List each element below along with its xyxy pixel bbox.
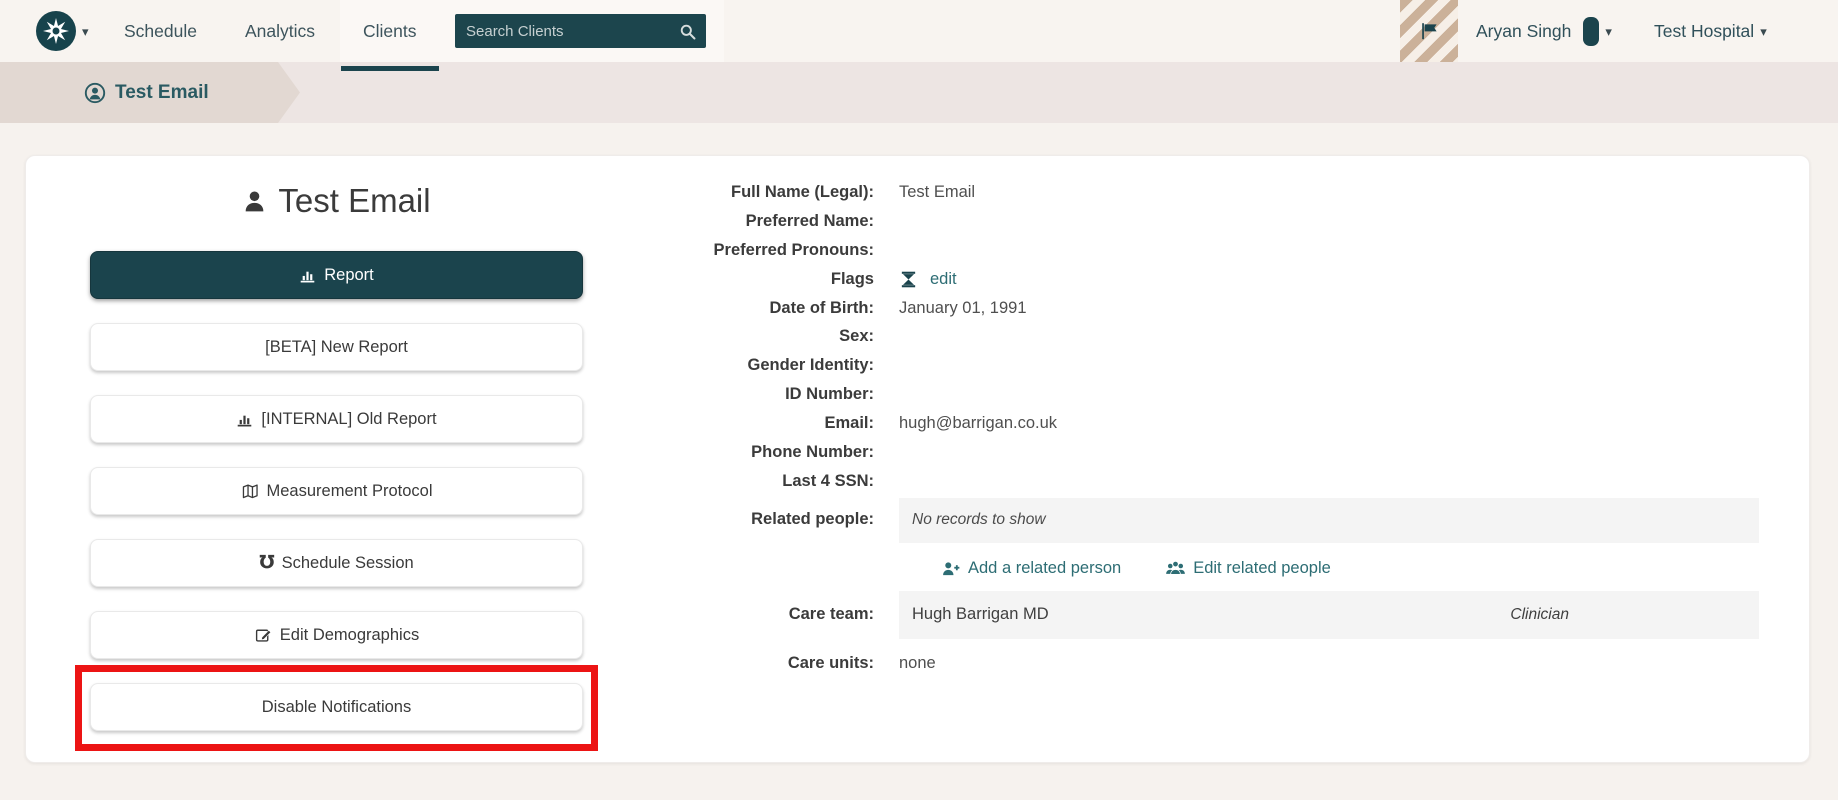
nav-schedule-label: Schedule	[124, 20, 197, 41]
nav-schedule[interactable]: Schedule	[100, 0, 221, 62]
care-team-role: Clinician	[1510, 605, 1569, 623]
edit-demographics-label: Edit Demographics	[279, 625, 420, 644]
edit-demographics-button[interactable]: Edit Demographics	[90, 611, 583, 659]
client-search	[455, 14, 706, 48]
schedule-session-label: Schedule Session	[281, 553, 414, 572]
nav-clients-label: Clients	[363, 20, 417, 41]
stethoscope-icon: ℧	[259, 552, 275, 573]
flag-badge[interactable]	[1400, 0, 1458, 62]
action-buttons: Report [BETA] New Report [INTERNAL] Old …	[90, 251, 583, 755]
field-label: Last 4 SSN:	[782, 471, 874, 490]
field-label: Full Name (Legal):	[730, 182, 874, 201]
eight-point-star-icon	[43, 18, 69, 44]
report-button[interactable]: Report	[90, 251, 583, 299]
care-team-label: Care team:	[788, 605, 874, 624]
field-label: Date of Birth:	[769, 298, 875, 317]
search-input[interactable]	[455, 22, 679, 40]
person-plus-icon	[941, 559, 961, 579]
people-icon	[1165, 558, 1186, 579]
client-details: Full Name (Legal): Test Email Preferred N…	[556, 178, 1759, 679]
app-logo-menu[interactable]: ▾	[36, 11, 89, 51]
report-button-label: Report	[324, 265, 374, 284]
pencil-square-icon	[254, 626, 272, 644]
breadcrumb[interactable]: Test Email	[0, 62, 300, 123]
bar-chart-icon	[236, 411, 253, 428]
field-label: Sex:	[839, 327, 874, 346]
beta-new-report-label: [BETA] New Report	[265, 337, 408, 356]
top-header: ▾ Schedule Analytics Clients Aryan Singh…	[0, 0, 1838, 71]
field-label: Flags	[830, 269, 874, 288]
field-value: Test Email	[899, 182, 976, 201]
measurement-protocol-label: Measurement Protocol	[266, 481, 433, 500]
nav-analytics[interactable]: Analytics	[221, 0, 339, 62]
field-label: Preferred Name:	[745, 211, 874, 230]
person-bust-icon	[242, 189, 267, 214]
related-people-label: Related people:	[751, 509, 874, 528]
field-label: Email:	[824, 414, 874, 433]
client-profile-card: Test Email Report [BETA] New Report [INT…	[25, 155, 1810, 763]
org-name: Test Hospital	[1654, 20, 1755, 41]
care-units-label: Care units:	[787, 654, 874, 673]
internal-old-report-label: [INTERNAL] Old Report	[261, 409, 437, 428]
flag-icon	[1419, 21, 1439, 41]
nav-analytics-label: Analytics	[244, 20, 316, 41]
beta-new-report-button[interactable]: [BETA] New Report	[90, 323, 583, 371]
disable-notifications-button[interactable]: Disable Notifications	[90, 683, 583, 731]
client-title-text: Test Email	[278, 182, 431, 219]
chevron-down-icon: ▾	[1760, 23, 1767, 39]
bar-chart-icon	[299, 267, 316, 284]
field-label: Phone Number:	[751, 442, 874, 461]
app-logo	[36, 11, 76, 51]
user-menu[interactable]: Aryan Singh ▾	[1476, 0, 1612, 62]
field-value: hugh@barrigan.co.uk	[899, 414, 1058, 433]
edit-related-people-link[interactable]: Edit related people	[1165, 558, 1331, 579]
field-label: ID Number:	[785, 385, 874, 404]
edit-related-people-label: Edit related people	[1193, 559, 1331, 578]
field-value: January 01, 1991	[899, 298, 1027, 317]
org-menu[interactable]: Test Hospital ▾	[1654, 0, 1767, 62]
disable-notifications-label: Disable Notifications	[261, 697, 412, 716]
related-people-empty: No records to show	[899, 497, 1759, 543]
breadcrumb-bar: Test Email	[0, 62, 1838, 123]
breadcrumb-label: Test Email	[115, 81, 209, 103]
main-nav: Schedule Analytics Clients	[100, 0, 441, 71]
flags-edit-link[interactable]: edit	[930, 270, 957, 289]
hourglass-icon	[899, 270, 918, 289]
care-team-row: Hugh Barrigan MD Clinician	[899, 590, 1759, 639]
measurement-protocol-button[interactable]: Measurement Protocol	[90, 467, 583, 515]
search-icon[interactable]	[679, 23, 696, 40]
nav-clients[interactable]: Clients	[339, 0, 441, 71]
schedule-session-button[interactable]: ℧ Schedule Session	[90, 539, 583, 587]
add-related-person-label: Add a related person	[968, 559, 1122, 578]
field-label: Preferred Pronouns:	[713, 240, 874, 259]
phone-pill-icon	[1583, 16, 1600, 46]
care-team-member: Hugh Barrigan MD	[912, 605, 1049, 624]
person-circle-icon	[84, 82, 106, 104]
client-title: Test Email	[90, 178, 583, 224]
chevron-down-icon: ▾	[82, 23, 89, 39]
add-related-person-link[interactable]: Add a related person	[941, 559, 1121, 579]
internal-old-report-button[interactable]: [INTERNAL] Old Report	[90, 395, 583, 443]
user-name: Aryan Singh	[1476, 20, 1572, 41]
map-icon	[241, 482, 259, 500]
chevron-down-icon: ▾	[1605, 23, 1612, 39]
care-units-value: none	[899, 654, 936, 673]
field-label: Gender Identity:	[747, 356, 874, 375]
